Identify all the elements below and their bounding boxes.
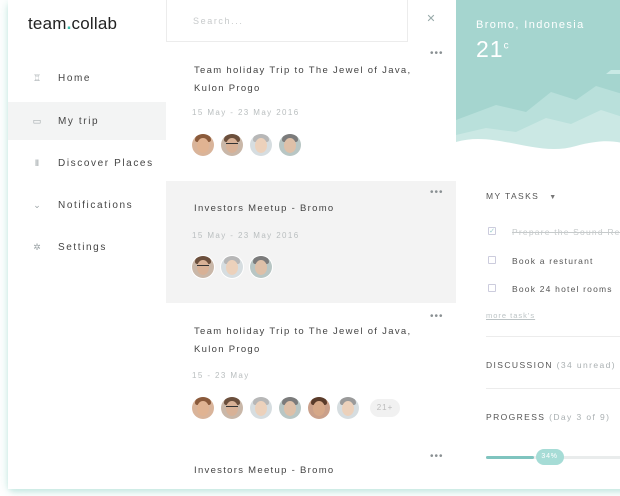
weather-widget: Bromo, Indonesia 21c — [456, 0, 620, 175]
avatar-group — [192, 256, 272, 278]
search-bar[interactable]: Search... — [166, 0, 408, 42]
discussion-unread-count: (34 unread) — [556, 360, 617, 370]
avatar[interactable] — [192, 397, 214, 419]
more-options-icon[interactable]: ••• — [430, 311, 444, 322]
trip-date: 15 May - 23 May 2016 — [192, 231, 300, 240]
sidebar-item-notifications[interactable]: ⌄ Notifications — [8, 186, 166, 224]
app-window: team.collab ♖ Home ▭ My trip Ⅱ Discover … — [0, 0, 620, 496]
chevron-icon: ⌄ — [33, 200, 41, 210]
brand-name-right: collab — [71, 14, 118, 33]
avatar[interactable] — [192, 134, 214, 156]
discussion-label: DISCUSSION — [486, 360, 553, 370]
avatar[interactable] — [250, 256, 272, 278]
task-checkbox[interactable] — [488, 256, 496, 264]
task-label: Book a resturant — [512, 256, 594, 266]
trip-card[interactable]: ••• Team holiday Trip to The Jewel of Ja… — [166, 303, 456, 443]
brand-logo[interactable]: team.collab — [28, 14, 117, 34]
temperature-unit: c — [503, 40, 510, 52]
progress-detail: (Day 3 of 9) — [549, 412, 611, 422]
avatar-group: 21+ — [192, 397, 400, 419]
divider — [486, 336, 620, 337]
sidebar-item-label: Home — [58, 72, 92, 84]
discussion-section[interactable]: DISCUSSION (34 unread) — [486, 360, 616, 370]
settings-icon: ✲ — [33, 242, 41, 252]
trip-date: 15 May - 23 May 2016 — [192, 108, 300, 117]
avatar[interactable] — [221, 397, 243, 419]
sidebar-item-label: Discover Places — [58, 157, 154, 169]
search-input[interactable]: Search... — [193, 16, 243, 26]
weather-temperature: 21c — [476, 36, 510, 63]
trip-card[interactable]: ••• Team holiday Trip to The Jewel of Ja… — [166, 42, 456, 181]
progress-section: PROGRESS (Day 3 of 9) — [486, 412, 610, 422]
more-tasks-link[interactable]: more task's — [486, 311, 535, 320]
trip-card[interactable]: ••• Investors Meetup - Bromo 15 May - 23… — [166, 181, 456, 303]
sidebar-item-label: Notifications — [58, 199, 134, 211]
trip-title: Investors Meetup - Bromo — [194, 465, 335, 476]
avatar[interactable] — [308, 397, 330, 419]
brand-name-left: team — [28, 14, 67, 33]
task-checkbox[interactable]: ✓ — [488, 227, 496, 235]
trip-title: Investors Meetup - Bromo — [194, 203, 335, 214]
my-tasks-title: MY TASKS — [486, 191, 540, 201]
progress-value-badge[interactable]: 34% — [535, 449, 564, 465]
column-icon: Ⅱ — [34, 158, 40, 168]
avatar[interactable] — [221, 134, 243, 156]
task-item[interactable]: ✓ Prepare the Sound Re — [486, 224, 620, 240]
temperature-value: 21 — [476, 36, 504, 62]
task-checkbox[interactable] — [488, 284, 496, 292]
sidebar-item-label: My trip — [58, 115, 100, 127]
trip-title: Team holiday Trip to The Jewel of Java, … — [194, 65, 412, 94]
more-options-icon[interactable]: ••• — [430, 451, 444, 462]
avatar-group — [192, 134, 301, 156]
close-icon[interactable]: ✕ — [424, 12, 438, 26]
avatar[interactable] — [279, 397, 301, 419]
weather-city: Bromo, Indonesia — [476, 19, 585, 31]
avatar[interactable] — [250, 134, 272, 156]
chevron-down-icon: ▼ — [549, 194, 558, 201]
sidebar-item-home[interactable]: ♖ Home — [8, 59, 166, 97]
sidebar-item-settings[interactable]: ✲ Settings — [8, 228, 166, 266]
avatar[interactable] — [192, 256, 214, 278]
avatar[interactable] — [279, 134, 301, 156]
avatar[interactable] — [221, 256, 243, 278]
trophy-icon: ♖ — [32, 73, 42, 83]
avatar[interactable] — [337, 397, 359, 419]
more-members-badge[interactable]: 21+ — [370, 399, 400, 417]
details-panel: Bromo, Indonesia 21c MY TASKS ▼ ✓ Prepare… — [456, 0, 620, 489]
sidebar-item-my-trip[interactable]: ▭ My trip — [8, 102, 166, 140]
task-item[interactable]: Book 24 hotel rooms — [486, 281, 620, 297]
sidebar: team.collab ♖ Home ▭ My trip Ⅱ Discover … — [8, 0, 166, 489]
trip-title: Team holiday Trip to The Jewel of Java, … — [194, 326, 412, 355]
my-tasks-dropdown[interactable]: MY TASKS ▼ — [486, 191, 558, 201]
divider — [486, 388, 620, 389]
luggage-icon: ▭ — [32, 116, 42, 126]
sidebar-item-discover-places[interactable]: Ⅱ Discover Places — [8, 144, 166, 182]
avatar[interactable] — [250, 397, 272, 419]
task-item[interactable]: Book a resturant — [486, 253, 620, 269]
task-label: Prepare the Sound Re — [512, 227, 620, 237]
trip-card[interactable]: ••• Investors Meetup - Bromo — [166, 443, 456, 489]
progress-label: PROGRESS — [486, 412, 546, 422]
trip-list-panel: Search... ✕ ••• Team holiday Trip to The… — [166, 0, 456, 489]
task-label: Book 24 hotel rooms — [512, 284, 613, 294]
more-options-icon[interactable]: ••• — [430, 187, 444, 198]
progress-fill — [486, 456, 534, 459]
more-options-icon[interactable]: ••• — [430, 48, 444, 59]
trip-date: 15 - 23 May — [192, 371, 250, 380]
sidebar-item-label: Settings — [58, 241, 107, 253]
